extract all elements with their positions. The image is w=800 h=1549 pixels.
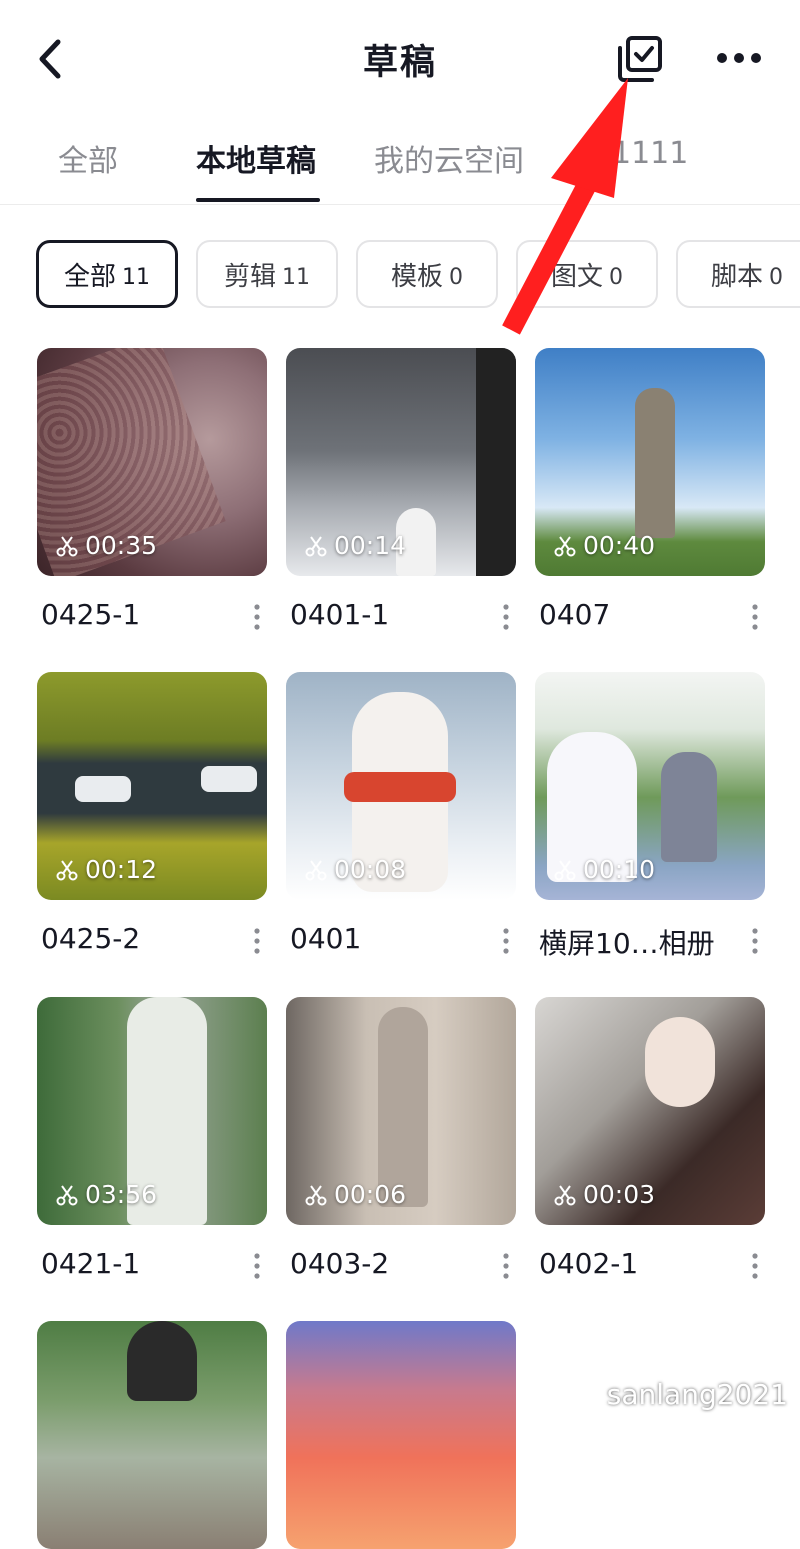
draft-thumbnail[interactable]: 00:14 <box>286 348 516 576</box>
duration-text: 03:56 <box>85 1180 158 1209</box>
multi-select-check-icon <box>618 36 662 82</box>
duration-text: 00:08 <box>334 855 407 884</box>
filter-chip-all[interactable]: 全部 11 <box>36 240 178 308</box>
filter-chip-edit[interactable]: 剪辑 11 <box>196 240 338 308</box>
child-shape <box>127 1321 197 1401</box>
draft-name: 0403-2 <box>290 1247 390 1280</box>
scissors-icon <box>305 535 327 556</box>
scissors-icon <box>305 859 327 880</box>
draft-more-icon[interactable] <box>249 1251 265 1281</box>
draft-duration: 00:06 <box>304 1180 406 1209</box>
filter-chip-label: 图文 <box>550 261 603 292</box>
filter-chip-count: 0 <box>769 264 783 290</box>
filter-chip-template[interactable]: 模板 0 <box>356 240 498 308</box>
draft-more-icon[interactable] <box>249 602 265 632</box>
duration-text: 00:35 <box>85 531 158 560</box>
duration-text: 00:40 <box>583 531 656 560</box>
scissors-icon <box>56 1184 78 1205</box>
draft-more-icon[interactable] <box>498 926 514 956</box>
filter-chip-script[interactable]: 脚本 0 <box>676 240 800 308</box>
more-dots-icon <box>717 53 761 63</box>
draft-thumbnail[interactable]: 00:03 <box>535 997 765 1225</box>
tab-all[interactable]: 全部 <box>58 136 118 180</box>
tab-cloud-space[interactable]: 我的云空间 <box>374 136 524 180</box>
filter-chip-row: 全部 11 剪辑 11 模板 0 图文 0 脚本 0 <box>0 240 800 312</box>
top-bar: 草稿 <box>0 0 800 115</box>
draft-more-icon[interactable] <box>249 926 265 956</box>
scissors-icon <box>554 859 576 880</box>
active-tab-indicator <box>196 198 320 202</box>
draft-more-icon[interactable] <box>747 602 763 632</box>
groom-shape <box>661 752 717 862</box>
scarf-shape <box>344 772 456 802</box>
draft-name: 横屏10…相册 <box>539 927 715 960</box>
duration-text: 00:06 <box>334 1180 407 1209</box>
filter-chip-count: 11 <box>282 264 310 290</box>
filter-chip-label: 脚本 <box>710 261 763 292</box>
draft-duration: 00:14 <box>304 531 406 560</box>
scissors-icon <box>554 1184 576 1205</box>
draft-more-icon[interactable] <box>747 926 763 956</box>
car-shape <box>75 776 131 802</box>
draft-name: 0401 <box>290 922 362 955</box>
window-frame <box>476 348 516 576</box>
draft-thumbnail[interactable]: 00:06 <box>286 997 516 1225</box>
more-button[interactable] <box>712 40 768 76</box>
draft-thumbnail[interactable]: 03:56 <box>37 997 267 1225</box>
draft-thumbnail[interactable]: 00:08 <box>286 672 516 900</box>
draft-duration: 00:03 <box>553 1180 655 1209</box>
scissors-icon <box>56 535 78 556</box>
car-shape <box>201 766 257 792</box>
multi-select-button[interactable] <box>614 34 666 86</box>
scissors-icon <box>554 535 576 556</box>
tab-bar: 全部 本地草稿 我的云空间 1111 <box>0 118 800 205</box>
draft-name: 0421-1 <box>41 1247 141 1280</box>
draft-more-icon[interactable] <box>498 1251 514 1281</box>
draft-thumbnail[interactable]: 00:40 <box>535 348 765 576</box>
draft-duration: 03:56 <box>55 1180 157 1209</box>
draft-thumbnail[interactable]: 00:35 <box>37 348 267 576</box>
statue-shape <box>635 388 675 538</box>
draft-name: 0401-1 <box>290 598 390 631</box>
duration-text: 00:14 <box>334 531 407 560</box>
filter-chip-label: 全部 <box>63 261 116 292</box>
scissors-icon <box>56 859 78 880</box>
filter-chip-label: 模板 <box>390 261 443 292</box>
page-title: 草稿 <box>362 43 437 83</box>
draft-duration: 00:35 <box>55 531 157 560</box>
draft-name: 0425-2 <box>41 922 141 955</box>
draft-name: 0407 <box>539 598 611 631</box>
dancer-shape <box>378 1007 428 1207</box>
draft-thumbnail[interactable]: 00:10 <box>535 672 765 900</box>
filter-chip-label: 剪辑 <box>223 261 276 292</box>
filter-chip-count: 0 <box>449 264 463 290</box>
draft-more-icon[interactable] <box>747 1251 763 1281</box>
duration-text: 00:10 <box>583 855 656 884</box>
filter-chip-count: 0 <box>609 264 623 290</box>
draft-thumbnail[interactable]: 00:12 <box>37 672 267 900</box>
draft-duration: 00:40 <box>553 531 655 560</box>
draft-duration: 00:12 <box>55 855 157 884</box>
draft-thumbnail[interactable] <box>37 1321 267 1549</box>
duration-text: 00:03 <box>583 1180 656 1209</box>
filter-chip-count: 11 <box>122 264 150 290</box>
draft-duration: 00:10 <box>553 855 655 884</box>
scissors-icon <box>305 1184 327 1205</box>
draft-more-icon[interactable] <box>498 602 514 632</box>
draft-name: 0425-1 <box>41 598 141 631</box>
draft-name: 0402-1 <box>539 1247 639 1280</box>
draft-duration: 00:08 <box>304 855 406 884</box>
tab-local-drafts[interactable]: 本地草稿 <box>196 136 316 180</box>
duration-text: 00:12 <box>85 855 158 884</box>
face-shape <box>645 1017 715 1107</box>
tab-1111[interactable]: 1111 <box>612 136 688 171</box>
watermark: sanlang2021 <box>606 1378 788 1411</box>
filter-chip-graphic[interactable]: 图文 0 <box>516 240 658 308</box>
draft-thumbnail[interactable] <box>286 1321 516 1549</box>
